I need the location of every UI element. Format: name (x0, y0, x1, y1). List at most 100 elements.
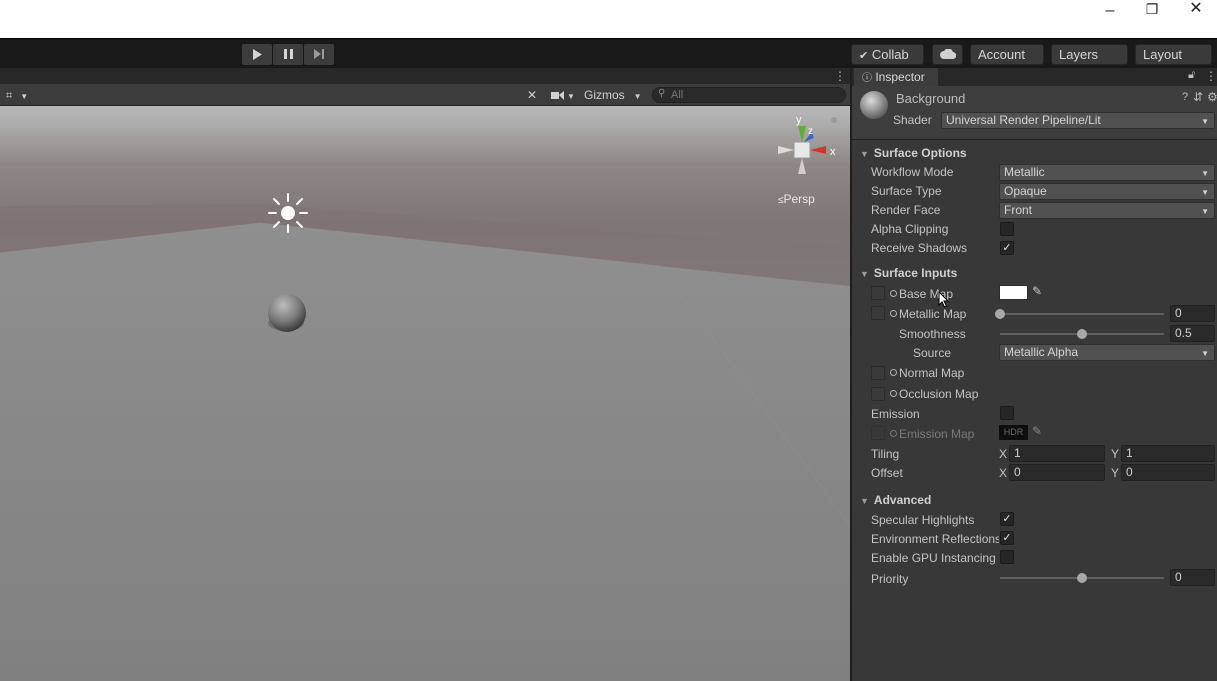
preset-icon[interactable]: ⇵ (1193, 90, 1203, 104)
priority-label: Priority (871, 572, 909, 586)
step-button[interactable] (304, 44, 334, 65)
metallic-slider-track[interactable] (1000, 313, 1164, 315)
workflow-mode-value: Metallic (1004, 165, 1045, 179)
occlusion-map-slot[interactable] (871, 387, 885, 401)
window-title-bar: – ❐ ✕ (0, 0, 1217, 38)
chevron-down-icon: ▼ (1201, 207, 1209, 216)
workflow-mode-dropdown[interactable]: Metallic ▼ (999, 164, 1215, 181)
smoothness-slider-knob[interactable] (1077, 329, 1087, 339)
tools-toggle[interactable]: ✕ (527, 86, 541, 104)
eyedropper-icon[interactable]: ✎ (1032, 284, 1042, 298)
tiling-y-field[interactable]: 1 (1121, 445, 1215, 462)
play-button[interactable] (242, 44, 272, 65)
source-dropdown[interactable]: Metallic Alpha ▼ (999, 344, 1215, 361)
close-button[interactable]: ✕ (1175, 0, 1217, 22)
smoothness-label: Smoothness (899, 327, 966, 341)
collab-dropdown[interactable]: ✔ Collab▼ (851, 44, 924, 81)
pause-icon (283, 49, 293, 59)
property-dot-icon (890, 290, 897, 297)
tiling-y-label: Y (1111, 447, 1120, 461)
material-name: Background (896, 91, 966, 106)
shader-dropdown[interactable]: Universal Render Pipeline/Lit ▼ (941, 112, 1215, 129)
layers-dropdown[interactable]: Layers▼ (1051, 44, 1128, 79)
surface-type-value: Opaque (1004, 184, 1047, 198)
sphere-object[interactable] (264, 290, 310, 336)
offset-label: Offset (871, 466, 903, 480)
scene-toolbar: ⌗ ▼ ✕ ▼ Gizmos ▼ ⚲ All (0, 84, 850, 106)
property-dot-icon (890, 369, 897, 376)
receive-shadows-label: Receive Shadows (871, 241, 968, 255)
step-icon (314, 49, 324, 59)
specular-highlights-checkbox[interactable]: ✓ (1000, 512, 1014, 526)
minimize-button[interactable]: – (1089, 2, 1131, 24)
specular-highlights-label: Specular Highlights (871, 513, 975, 527)
tiling-x-field[interactable]: 1 (1009, 445, 1105, 462)
priority-slider-knob[interactable] (1077, 573, 1087, 583)
camera-icon (551, 91, 564, 100)
offset-x-field[interactable]: 0 (1009, 464, 1105, 481)
surface-options-header[interactable]: ▼ Surface Options (860, 146, 967, 160)
gizmo-z-label: z (808, 126, 813, 137)
environment-reflections-checkbox[interactable]: ✓ (1000, 531, 1014, 545)
offset-y-field[interactable]: 0 (1121, 464, 1215, 481)
gizmos-label: Gizmos (584, 88, 625, 102)
scene-view: ⋮ ⌗ ▼ ✕ ▼ Gizmos ▼ ⚲ All y z x ≤Persp (0, 68, 850, 681)
chevron-down-icon: ▼ (1201, 349, 1209, 358)
help-icon[interactable]: ? (1182, 91, 1188, 103)
render-face-dropdown[interactable]: Front ▼ (999, 202, 1215, 219)
more-options-icon[interactable]: ⋮ (834, 69, 846, 83)
gear-icon[interactable]: ⚙ (1207, 90, 1217, 104)
lock-icon[interactable]: 🔓︎ (1188, 69, 1195, 82)
tiling-x-label: X (999, 447, 1008, 461)
chevron-down-icon: ▼ (1201, 188, 1209, 197)
metallic-map-slot[interactable] (871, 306, 885, 320)
draw-mode-dropdown[interactable]: ⌗ ▼ (6, 86, 42, 104)
persp-label: Persp (783, 192, 815, 206)
metallic-slider-knob[interactable] (995, 309, 1005, 319)
scene-viewport[interactable]: y z x ≤Persp (0, 106, 850, 681)
surface-type-label: Surface Type (871, 184, 942, 198)
source-value: Metallic Alpha (1004, 345, 1079, 359)
alpha-clipping-checkbox[interactable] (1000, 222, 1014, 236)
environment-reflections-label: Environment Reflections (871, 532, 999, 546)
orientation-gizmo[interactable]: y z x (768, 110, 840, 186)
collab-check-icon: ✔ (859, 50, 869, 62)
cloud-button[interactable] (932, 44, 963, 65)
chevron-down-icon: ▼ (567, 92, 575, 101)
search-placeholder: All (671, 89, 684, 101)
surface-type-dropdown[interactable]: Opaque ▼ (999, 183, 1215, 200)
main-toolbar: ✔ Collab▼ Account▼ Layers▼ Layout▼ (0, 38, 1217, 81)
emission-map-label: Emission Map (890, 427, 974, 441)
emission-checkbox[interactable] (1000, 406, 1014, 420)
account-dropdown[interactable]: Account▼ (970, 44, 1044, 79)
surface-inputs-header[interactable]: ▼ Surface Inputs (860, 266, 957, 280)
base-map-slot[interactable] (871, 286, 885, 300)
advanced-header[interactable]: ▼ Advanced (860, 493, 931, 507)
emission-label: Emission (871, 407, 920, 421)
restore-button[interactable]: ❐ (1131, 0, 1173, 22)
camera-dropdown[interactable]: ▼ (551, 86, 577, 104)
directional-light-icon[interactable] (267, 192, 309, 234)
draw-mode-icon: ⌗ (6, 90, 13, 102)
chevron-down-icon: ▼ (20, 92, 29, 101)
scene-search-input[interactable]: ⚲ All (652, 87, 846, 103)
more-options-icon[interactable]: ⋮ (1205, 69, 1217, 83)
smoothness-value-field[interactable]: 0.5 (1170, 325, 1215, 342)
base-map-color-swatch[interactable] (999, 285, 1028, 300)
play-icon (253, 49, 262, 60)
priority-value-field[interactable]: 0 (1170, 569, 1215, 586)
metallic-value-field[interactable]: 0 (1170, 305, 1215, 322)
receive-shadows-checkbox[interactable]: ✓ (1000, 241, 1014, 255)
persp-toggle[interactable]: ≤Persp (778, 192, 815, 206)
ground-plane (0, 204, 850, 681)
pause-button[interactable] (273, 44, 303, 65)
layout-dropdown[interactable]: Layout▼ (1135, 44, 1212, 79)
layers-label: Layers (1059, 47, 1099, 62)
gpu-instancing-checkbox[interactable] (1000, 550, 1014, 564)
gizmos-dropdown[interactable]: Gizmos ▼ (584, 86, 646, 104)
alpha-clipping-label: Alpha Clipping (871, 222, 949, 236)
normal-map-slot[interactable] (871, 366, 885, 380)
surface-inputs-title: Surface Inputs (873, 266, 958, 280)
tab-inspector[interactable]: ⓘ Inspector (854, 68, 938, 86)
tools-icon: ✕ (527, 88, 538, 102)
